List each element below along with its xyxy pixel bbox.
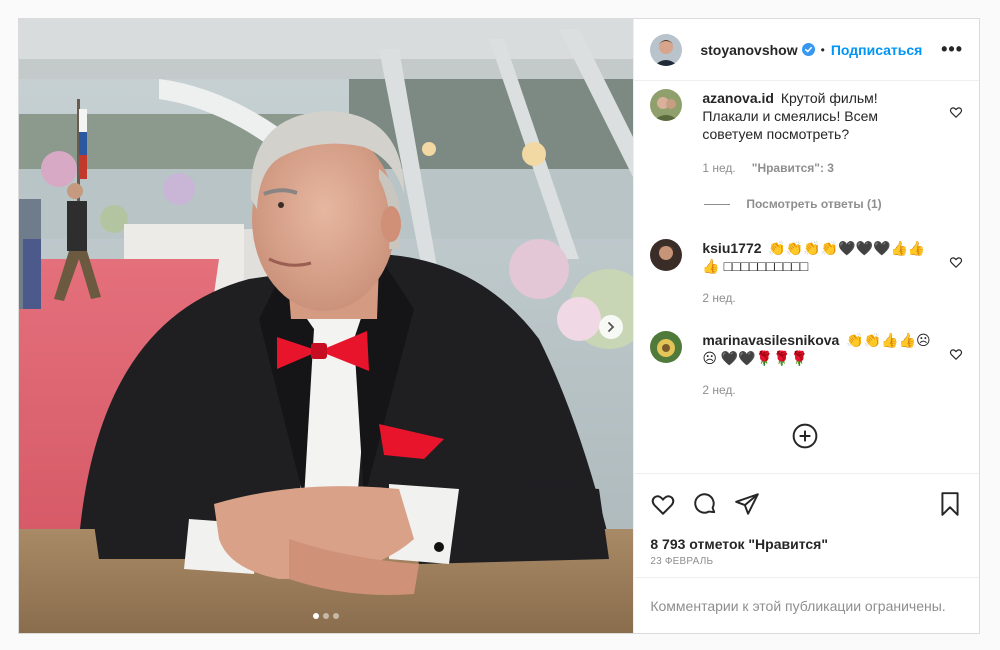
comment-username[interactable]: ksiu1772	[702, 240, 761, 256]
carousel-next-button[interactable]	[599, 315, 623, 339]
replies-line	[704, 203, 731, 205]
likes-count[interactable]: 8 793 отметок "Нравится"	[634, 533, 979, 555]
comment-username[interactable]: marinavasilesnikova	[702, 332, 839, 348]
commenter-avatar[interactable]	[650, 89, 683, 121]
comments-list: azanova.id Крутой фильм! Плакали и смеял…	[634, 81, 979, 473]
comment-like-heart-icon[interactable]	[949, 255, 963, 269]
commenter-avatar[interactable]	[650, 239, 683, 271]
comment-item: marinavasilesnikova 👏👏👍👍☹☹ 🖤🖤🌹🌹🌹	[650, 331, 967, 367]
post-sidebar: stoyanovshow • Подписаться ••• azanova.i…	[633, 19, 979, 633]
comment-like-heart-icon[interactable]	[949, 105, 963, 119]
load-more-comments-plus-circle-icon[interactable]	[792, 423, 818, 449]
comment-item: ksiu1772 👏👏👏👏🖤🖤🖤👍👍👍 □□□□□□□□□□	[650, 239, 967, 275]
comment-body: marinavasilesnikova 👏👏👍👍☹☹ 🖤🖤🌹🌹🌹	[702, 331, 932, 367]
comment-time: 2 нед.	[702, 383, 736, 397]
comments-restricted-notice: Комментарии к этой публикации ограничены…	[634, 577, 979, 633]
comment-body: ksiu1772 👏👏👏👏🖤🖤🖤👍👍👍 □□□□□□□□□□	[702, 239, 932, 275]
author-avatar[interactable]	[650, 33, 683, 66]
comment-time: 2 нед.	[702, 291, 736, 305]
comment-like-heart-icon[interactable]	[949, 347, 963, 361]
comment-meta: 2 нед.	[702, 383, 735, 397]
comment-meta: 1 нед. "Нравится": 3	[702, 161, 834, 175]
comment-item: azanova.id Крутой фильм! Плакали и смеял…	[650, 89, 967, 143]
action-bar	[634, 473, 979, 533]
comment-username[interactable]: azanova.id	[702, 90, 774, 106]
chevron-right-icon	[608, 322, 615, 332]
comment-bubble-icon[interactable]	[692, 491, 718, 517]
carousel-dot-3	[333, 613, 340, 619]
comment-time: 1 нед.	[702, 161, 736, 175]
photo-scene	[19, 19, 634, 633]
more-options-icon[interactable]: •••	[941, 39, 963, 60]
commenter-avatar[interactable]	[650, 331, 683, 363]
carousel-dot-2	[323, 613, 330, 619]
follow-button[interactable]: Подписаться	[831, 42, 923, 58]
post-header: stoyanovshow • Подписаться •••	[634, 19, 979, 81]
like-heart-icon[interactable]	[650, 491, 676, 517]
post-date[interactable]: 23 ФЕВРАЛЬ	[634, 555, 979, 577]
carousel-dot-1	[313, 613, 320, 619]
post-photo[interactable]	[19, 19, 634, 633]
view-replies-button[interactable]: Посмотреть ответы (1)	[704, 197, 882, 211]
verified-badge-icon	[801, 43, 815, 56]
post-card: stoyanovshow • Подписаться ••• azanova.i…	[18, 18, 980, 634]
save-bookmark-icon[interactable]	[937, 491, 963, 517]
comment-body: azanova.id Крутой фильм! Плакали и смеял…	[702, 89, 932, 143]
share-paper-plane-icon[interactable]	[734, 491, 760, 517]
comment-meta: 2 нед.	[702, 291, 735, 305]
author-username[interactable]: stoyanovshow	[700, 42, 797, 58]
carousel-indicator	[19, 613, 633, 619]
view-replies-label: Посмотреть ответы (1)	[746, 197, 882, 211]
header-separator: •	[820, 42, 825, 57]
comment-likes[interactable]: "Нравится": 3	[752, 161, 834, 175]
